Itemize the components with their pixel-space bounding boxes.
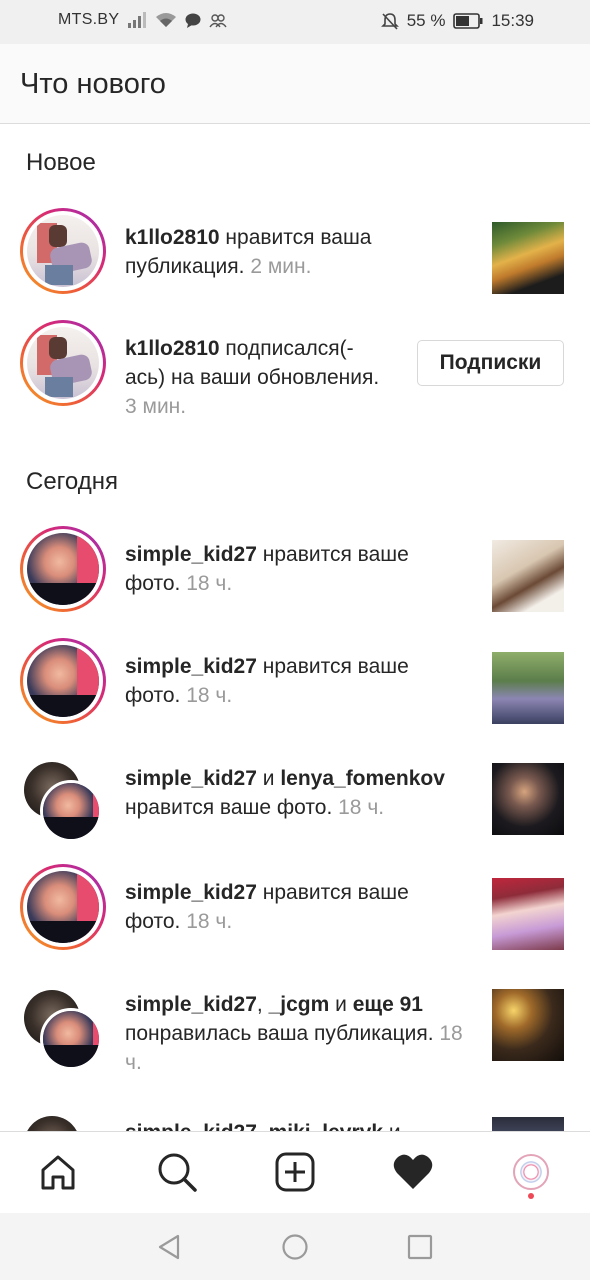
notification-dot xyxy=(528,1193,534,1199)
app-header: Что нового xyxy=(0,44,590,124)
notification-text: simple_kid27 и lenya_fomenkov нравится в… xyxy=(125,764,470,822)
avatar xyxy=(40,1008,102,1070)
status-bar: MTS.BY 55 % 15:39 xyxy=(0,0,590,44)
username-link[interactable]: lenya_fomenkov xyxy=(280,767,445,790)
notification-row[interactable]: simple_kid27 нравится ваше фото. 18 ч. xyxy=(0,638,590,724)
username-link[interactable]: k1llo2810 xyxy=(125,337,220,360)
notification-row[interactable]: simple_kid27 нравится ваше фото. 18 ч. xyxy=(0,864,590,950)
section-title-today: Сегодня xyxy=(26,468,118,495)
username-link[interactable]: simple_kid27 xyxy=(125,655,257,678)
notification-message: понравилась ваша публикация. xyxy=(125,1022,440,1045)
clock: 15:39 xyxy=(491,11,534,30)
avatar[interactable] xyxy=(20,526,106,612)
conjunction: и xyxy=(383,1121,401,1131)
home-circle-icon[interactable] xyxy=(281,1233,309,1261)
avatar[interactable] xyxy=(20,320,106,406)
conjunction: и xyxy=(256,767,281,790)
add-post-icon[interactable] xyxy=(273,1150,317,1194)
battery-icon xyxy=(453,13,483,29)
notification-text: simple_kid27 нравится ваше фото. 18 ч. xyxy=(125,652,445,710)
following-button[interactable]: Подписки xyxy=(417,340,564,386)
timestamp: 18 ч. xyxy=(186,684,233,707)
wifi-icon xyxy=(155,12,177,28)
battery-percent: 55 % xyxy=(406,11,446,30)
post-thumbnail[interactable] xyxy=(492,222,564,294)
notification-row[interactable]: simple_kid27 нравится ваше фото. 18 ч. xyxy=(0,526,590,612)
post-thumbnail[interactable] xyxy=(492,1117,564,1131)
username-link[interactable]: _jcgm xyxy=(269,993,330,1016)
separator: , xyxy=(257,1121,269,1131)
status-right: 55 % 15:39 xyxy=(380,11,534,31)
carrier-name: MTS.BY xyxy=(58,11,120,28)
others-link[interactable]: еще 91 xyxy=(353,993,423,1016)
post-thumbnail[interactable] xyxy=(492,878,564,950)
notification-text: simple_kid27, _jcgm и еще 91 понравилась… xyxy=(125,990,475,1077)
timestamp: 3 мин. xyxy=(125,395,187,418)
avatar xyxy=(24,1116,80,1131)
avatar xyxy=(40,780,102,842)
back-icon[interactable] xyxy=(155,1233,183,1261)
notification-row[interactable]: k1llo2810 подписался(-ась) на ваши обнов… xyxy=(0,320,590,418)
timestamp: 18 ч. xyxy=(186,572,233,595)
bottom-nav xyxy=(0,1131,590,1213)
profile-avatar[interactable] xyxy=(509,1150,553,1194)
notification-row[interactable]: k1llo2810 нравится ваша публикация. 2 ми… xyxy=(0,208,590,294)
notification-text: k1llo2810 нравится ваша публикация. 2 ми… xyxy=(125,223,425,281)
message-icon xyxy=(185,13,201,28)
username-link[interactable]: simple_kid27 xyxy=(125,767,257,790)
avatar[interactable] xyxy=(20,208,106,294)
username-link[interactable]: miki_levryk xyxy=(269,1121,383,1131)
status-left: MTS.BY xyxy=(58,11,227,29)
system-nav-bar xyxy=(0,1213,590,1280)
username-link[interactable]: simple_kid27 xyxy=(125,993,257,1016)
timestamp: 2 мин. xyxy=(250,255,312,278)
avatar[interactable] xyxy=(20,864,106,950)
notification-row[interactable]: simple_kid27 и lenya_fomenkov нравится в… xyxy=(0,760,590,846)
username-link[interactable]: simple_kid27 xyxy=(125,543,257,566)
home-icon[interactable] xyxy=(36,1150,80,1194)
signal-icon xyxy=(127,12,147,28)
separator: , xyxy=(256,993,269,1016)
post-thumbnail[interactable] xyxy=(492,652,564,724)
notification-text: simple_kid27, miki_levryk и xyxy=(125,1118,470,1131)
notification-row[interactable]: simple_kid27, miki_levryk и xyxy=(0,1114,590,1131)
username-link[interactable]: simple_kid27 xyxy=(125,1121,257,1131)
username-link[interactable]: k1llo2810 xyxy=(125,226,220,249)
mute-bell-icon xyxy=(380,12,399,30)
search-icon[interactable] xyxy=(155,1150,199,1194)
page-title: Что нового xyxy=(20,68,166,100)
avatar-stack[interactable] xyxy=(24,762,104,842)
conjunction: и xyxy=(329,993,353,1016)
community-icon xyxy=(209,13,227,28)
avatar-stack[interactable] xyxy=(24,1116,104,1131)
recents-icon[interactable] xyxy=(406,1233,434,1261)
post-thumbnail[interactable] xyxy=(492,763,564,835)
timestamp: 18 ч. xyxy=(186,910,233,933)
post-thumbnail[interactable] xyxy=(492,989,564,1061)
section-title-new: Новое xyxy=(26,149,96,176)
notification-row[interactable]: simple_kid27, _jcgm и еще 91 понравилась… xyxy=(0,986,590,1086)
notification-text: k1llo2810 подписался(-ась) на ваши обнов… xyxy=(125,334,385,421)
avatar-stack[interactable] xyxy=(24,990,104,1070)
username-link[interactable]: simple_kid27 xyxy=(125,881,257,904)
notification-message: нравится ваше фото. xyxy=(125,796,339,819)
activity-heart-icon[interactable] xyxy=(391,1150,435,1194)
notification-text: simple_kid27 нравится ваше фото. 18 ч. xyxy=(125,878,445,936)
avatar[interactable] xyxy=(20,638,106,724)
notification-text: simple_kid27 нравится ваше фото. 18 ч. xyxy=(125,540,445,598)
activity-feed[interactable]: Новое k1llo2810 нравится ваша публикация… xyxy=(0,124,590,1131)
post-thumbnail[interactable] xyxy=(492,540,564,612)
timestamp: 18 ч. xyxy=(338,796,385,819)
